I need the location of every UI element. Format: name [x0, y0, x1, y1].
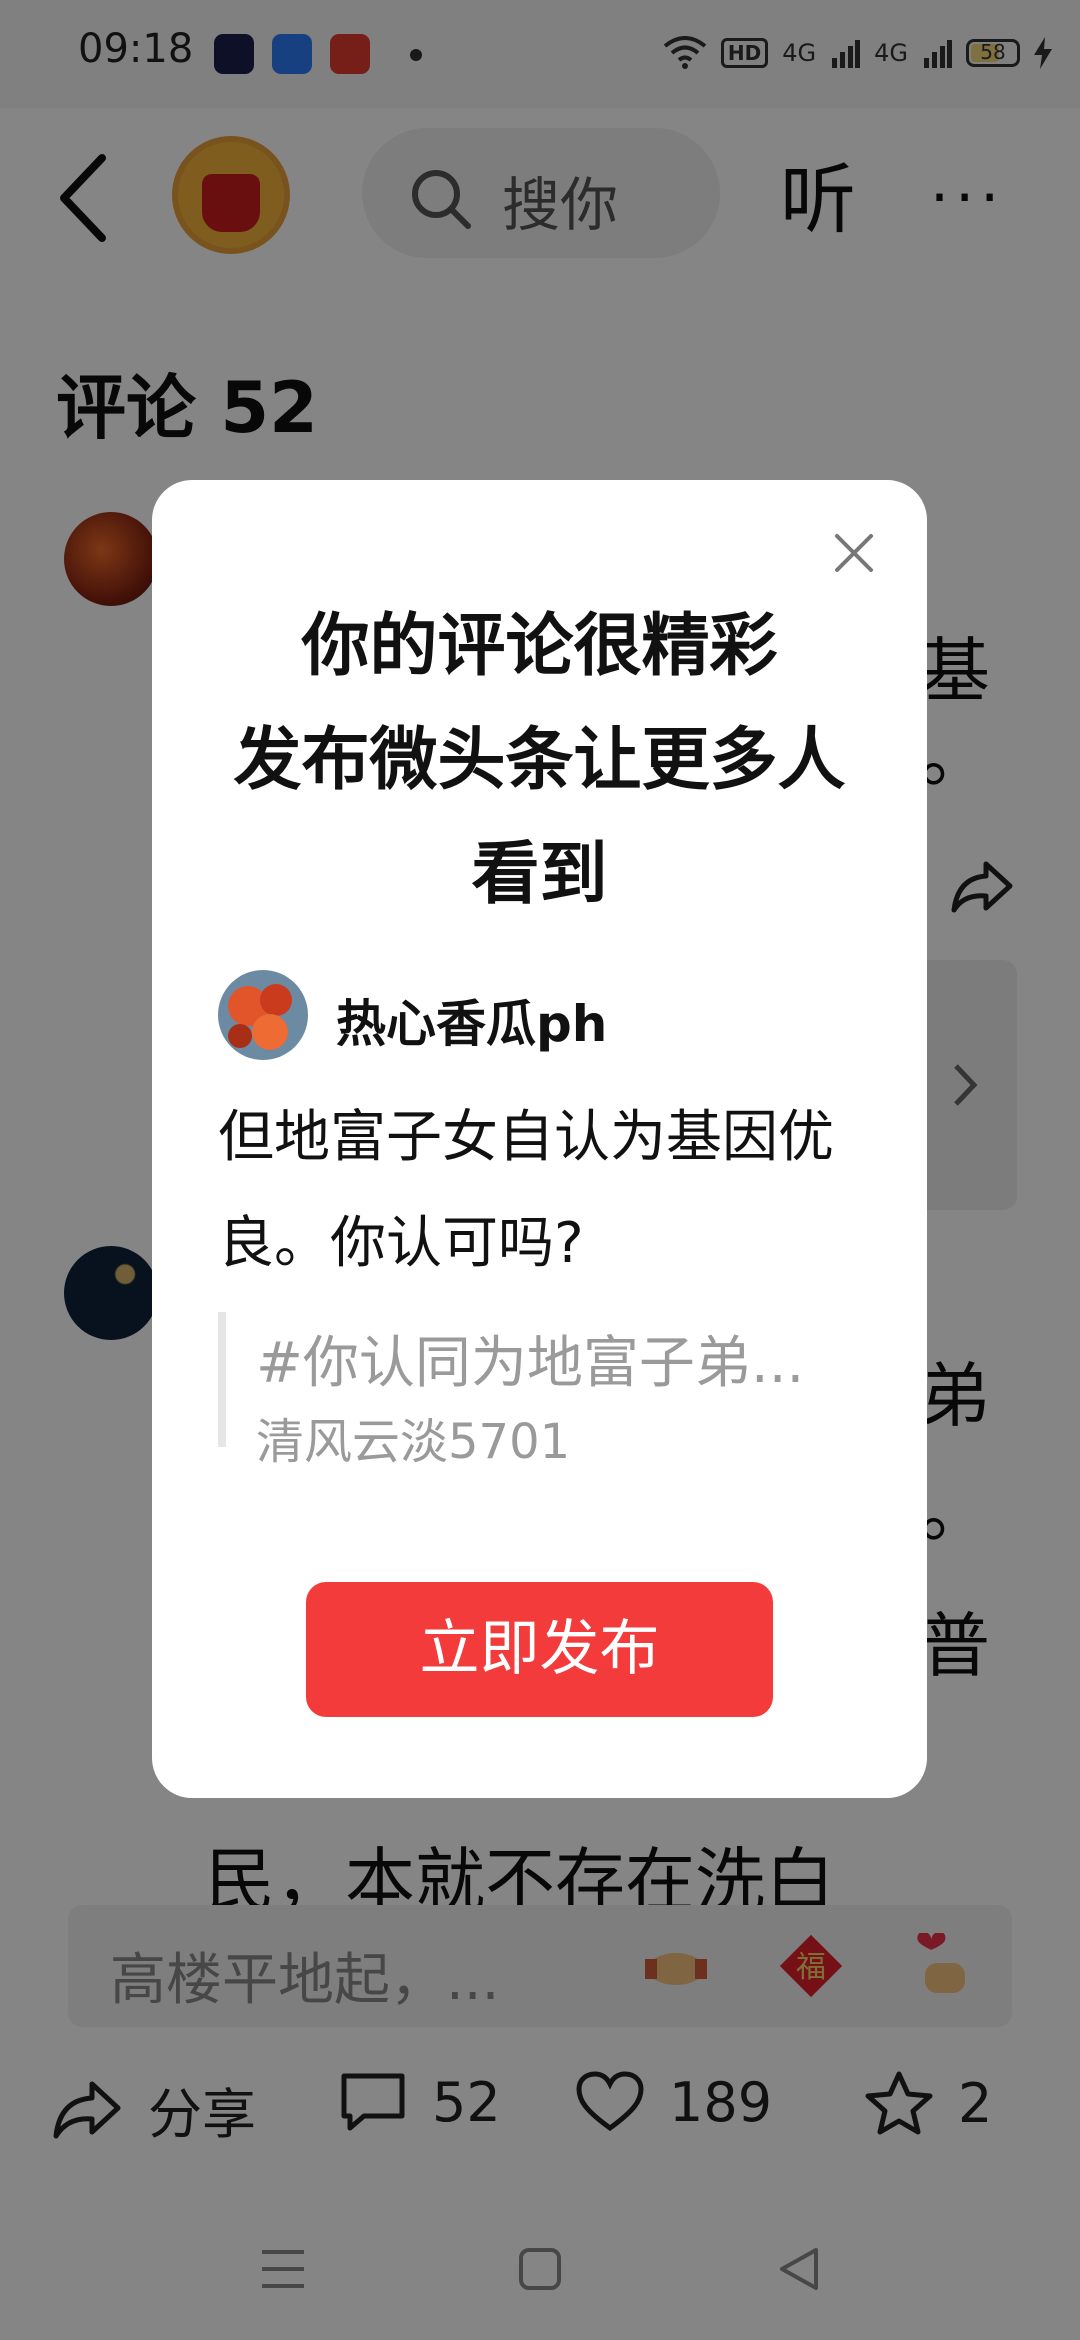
- quoted-topic-author: 清风云淡5701: [256, 1414, 571, 1470]
- dialog-title-line: 你的评论很精彩: [301, 607, 778, 686]
- publish-now-button[interactable]: 立即发布: [306, 1582, 773, 1717]
- dialog-title: 你的评论很精彩 发布微头条让更多人 看到: [152, 590, 927, 932]
- user-avatar: [218, 970, 308, 1060]
- maple-leaf-avatar-icon: [218, 970, 308, 1060]
- publish-dialog: 你的评论很精彩 发布微头条让更多人 看到 热心香瓜ph 但地富子女自认为基因优良…: [152, 480, 927, 1798]
- quoted-topic: #你认同为地富子弟... 清风云淡5701: [218, 1312, 866, 1470]
- close-icon[interactable]: [829, 528, 879, 578]
- dialog-title-line: 发布微头条让更多人: [233, 721, 846, 800]
- comment-preview-text: 但地富子女自认为基因优良。你认可吗?: [218, 1105, 834, 1276]
- quoted-topic-title: #你认同为地富子弟...: [256, 1331, 805, 1396]
- dialog-title-line: 看到: [471, 835, 608, 914]
- username: 热心香瓜ph: [336, 995, 608, 1053]
